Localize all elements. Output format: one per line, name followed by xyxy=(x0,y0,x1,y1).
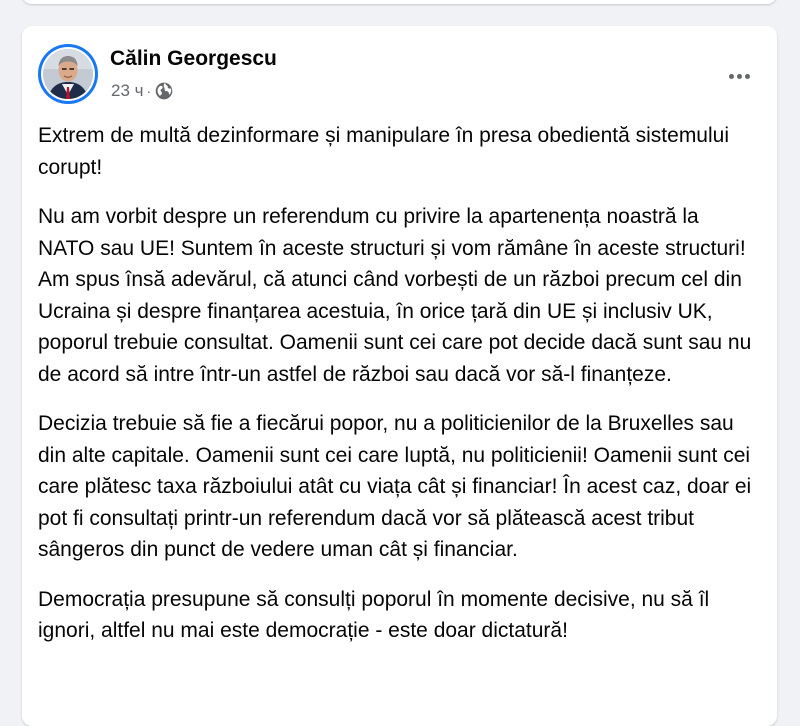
post-meta: 23 ч · xyxy=(111,80,173,102)
post-paragraph: Decizia trebuie să fie a fiecărui popor,… xyxy=(38,412,752,561)
post-card: Călin Georgescu 23 ч · Extrem de multă d… xyxy=(22,26,777,726)
meta-separator: · xyxy=(146,83,152,99)
post-paragraph: Democrația presupune să consulți poporul… xyxy=(38,587,710,643)
globe-icon[interactable] xyxy=(155,82,173,100)
post-text: Extrem de multă dezinformare și manipula… xyxy=(38,120,758,665)
previous-post-card xyxy=(22,0,777,4)
author-name[interactable]: Călin Georgescu xyxy=(110,47,277,71)
post-paragraph: Extrem de multă dezinformare și manipula… xyxy=(38,124,730,179)
more-options-icon xyxy=(728,73,750,79)
post-header: Călin Georgescu 23 ч · xyxy=(38,44,761,104)
avatar[interactable] xyxy=(38,44,98,104)
post-paragraph: Nu am vorbit despre un referendum cu pri… xyxy=(38,205,752,386)
more-options-button[interactable] xyxy=(719,58,759,94)
avatar-photo xyxy=(43,49,93,99)
post-timestamp[interactable]: 23 ч xyxy=(111,81,144,101)
profile-photo-icon xyxy=(43,49,93,99)
